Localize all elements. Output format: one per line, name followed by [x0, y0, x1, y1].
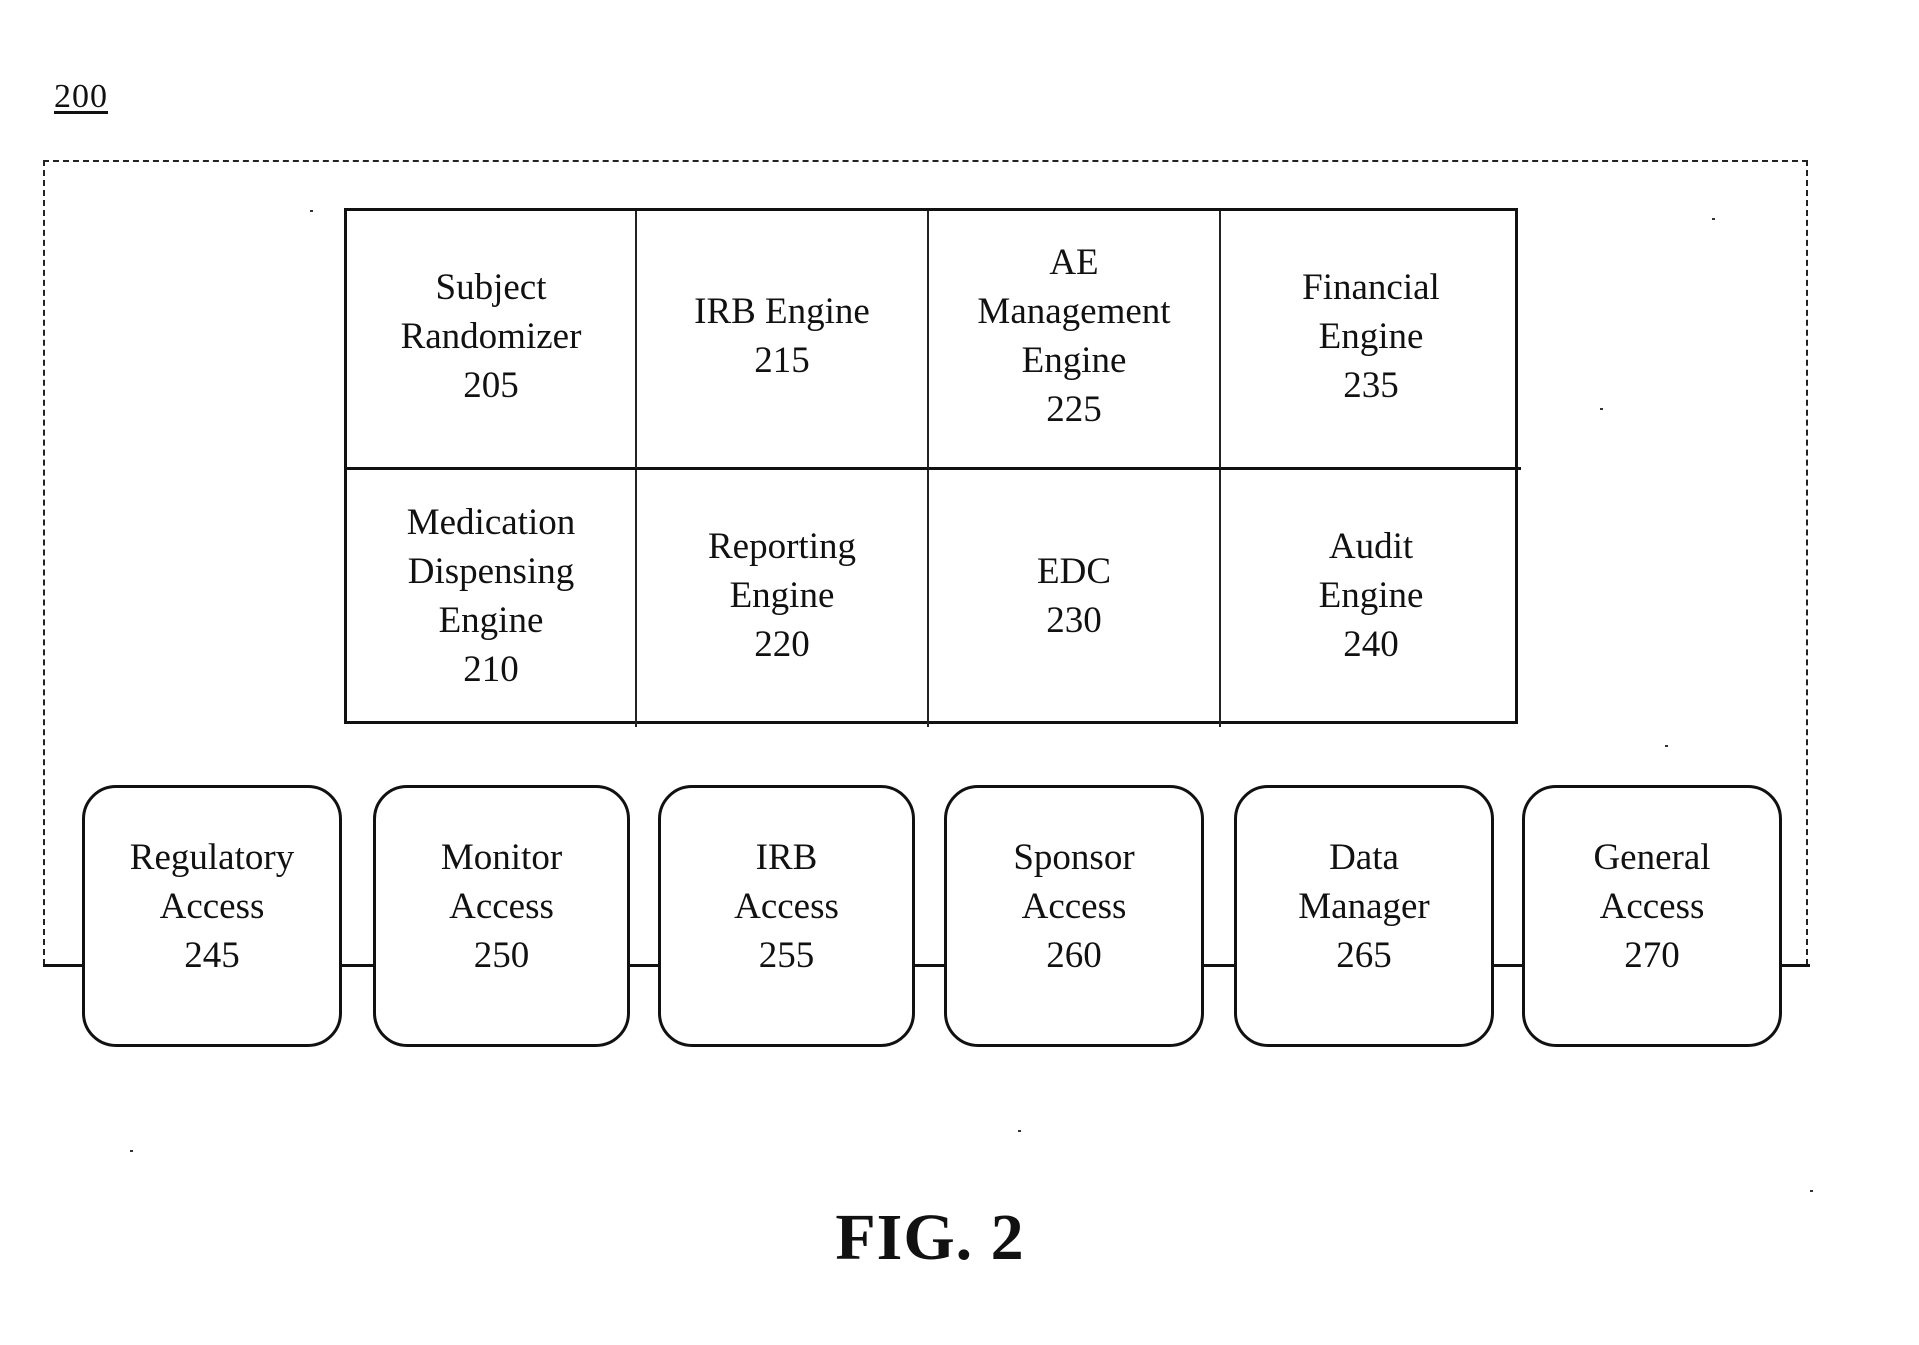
access-general: General Access 270	[1522, 785, 1782, 1047]
engine-label-line: Medication	[406, 501, 576, 543]
engine-ref-number: 230	[1046, 599, 1102, 641]
access-monitor: Monitor Access 250	[373, 785, 630, 1047]
engine-ref-number: 205	[463, 364, 519, 406]
engine-ref-number: 235	[1343, 364, 1399, 406]
scan-noise	[1665, 745, 1668, 747]
engine-label-line: AE	[1049, 242, 1099, 283]
engine-label-line: Randomizer	[400, 315, 582, 357]
engine-label-line: Dispensing	[407, 550, 575, 592]
engine-label-line: Reporting	[708, 526, 856, 567]
figure-caption: FIG. 2	[835, 1201, 1025, 1274]
engine-subject-randomizer: Subject Randomizer 205	[347, 211, 637, 470]
engine-ref-number: 220	[754, 624, 810, 665]
access-regulatory: Regulatory Access 245	[82, 785, 342, 1047]
access-ref-number: 265	[1336, 934, 1392, 976]
scan-noise	[130, 1150, 133, 1152]
engine-ae-management: AE Management Engine 225	[929, 211, 1221, 470]
access-label-line: Manager	[1298, 885, 1430, 927]
scan-noise	[310, 210, 313, 212]
access-label-line: Access	[1599, 885, 1705, 927]
engine-financial: Financial Engine 235	[1221, 211, 1521, 470]
scan-noise	[1712, 218, 1715, 220]
access-ref-number: 255	[758, 934, 815, 976]
engine-ref-number: 225	[1046, 389, 1102, 430]
engine-label-line: IRB Engine	[694, 291, 870, 332]
figure-reference-number: 200	[54, 78, 108, 115]
access-ref-number: 250	[473, 934, 530, 976]
access-label-line: Data	[1329, 836, 1399, 878]
engine-label-line: Engine	[1318, 575, 1424, 616]
engine-ref-number: 215	[754, 340, 810, 381]
access-label-line: Access	[734, 885, 839, 927]
engine-label-line: Financial	[1302, 266, 1440, 308]
engine-label-line: Subject	[435, 266, 547, 308]
access-data-manager: Data Manager 265	[1234, 785, 1494, 1047]
scan-noise	[1018, 1130, 1021, 1132]
access-ref-number: 260	[1046, 934, 1102, 976]
access-ref-number: 270	[1624, 934, 1680, 976]
engine-label-line: Engine	[729, 575, 835, 616]
access-label-line: Access	[1021, 885, 1127, 927]
engine-audit: Audit Engine 240	[1221, 470, 1521, 727]
engine-label-line: Engine	[1318, 315, 1424, 357]
engine-ref-number: 210	[463, 648, 519, 690]
access-label-line: IRB	[755, 836, 818, 878]
engine-label-line: Management	[977, 291, 1171, 332]
scan-noise	[1600, 408, 1603, 410]
engine-label-line: Engine	[438, 599, 544, 641]
engine-grid: Subject Randomizer 205 IRB Engine 215 AE…	[344, 208, 1521, 727]
scan-noise	[1810, 1190, 1813, 1192]
engine-label-line: Audit	[1328, 526, 1414, 567]
access-label-line: Regulatory	[129, 836, 295, 878]
engine-irb: IRB Engine 215	[637, 211, 929, 470]
access-label-line: Sponsor	[1013, 836, 1135, 878]
engine-label-line: EDC	[1037, 550, 1111, 592]
engine-label-line: Engine	[1021, 340, 1127, 381]
engine-medication-dispensing: Medication Dispensing Engine 210	[347, 470, 637, 727]
access-label-line: General	[1593, 836, 1711, 878]
access-label-line: Access	[159, 885, 265, 927]
access-sponsor: Sponsor Access 260	[944, 785, 1204, 1047]
engine-ref-number: 240	[1343, 624, 1399, 665]
access-label-line: Monitor	[440, 836, 563, 878]
engine-edc: EDC 230	[929, 470, 1221, 727]
access-irb: IRB Access 255	[658, 785, 915, 1047]
engine-reporting: Reporting Engine 220	[637, 470, 929, 727]
access-ref-number: 245	[184, 934, 240, 976]
access-label-line: Access	[449, 885, 554, 927]
